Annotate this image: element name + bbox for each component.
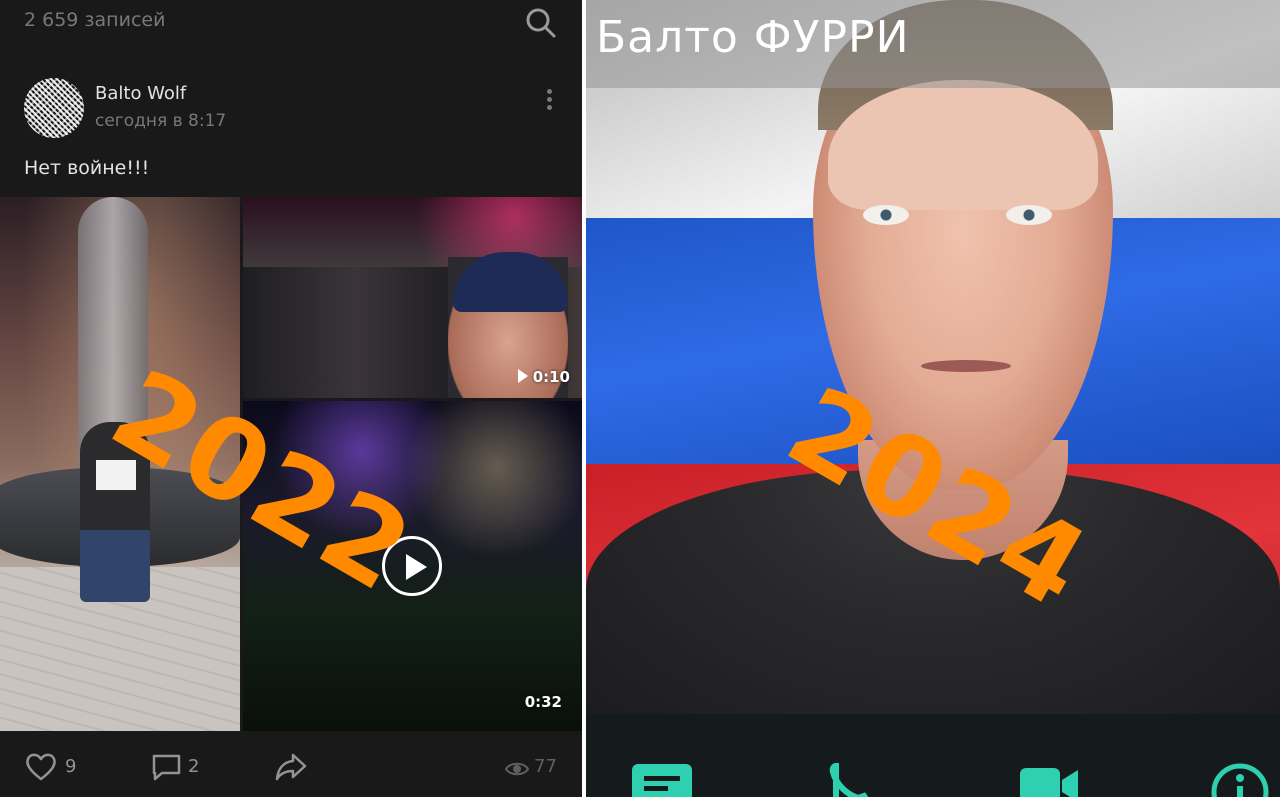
comment-icon — [152, 754, 181, 781]
share-icon — [275, 753, 307, 781]
view-count: 77 — [534, 756, 557, 777]
post-time: сегодня в 8:17 — [95, 111, 227, 131]
post-photo[interactable] — [0, 197, 240, 731]
post-header: Balto Wolf сегодня в 8:17 — [24, 78, 558, 138]
profile-photo-panel: Балто ФУРРИ — [586, 0, 1280, 797]
vk-feed-panel: 2 659 записей Balto Wolf сегодня в 8:17 … — [0, 0, 582, 797]
views-counter: 77 — [504, 756, 564, 782]
contact-action-bar — [586, 714, 1280, 797]
profile-name: Балто ФУРРИ — [596, 12, 910, 63]
comment-button[interactable]: 2 — [150, 750, 210, 784]
share-button[interactable] — [274, 750, 310, 784]
dot-icon — [546, 89, 552, 94]
search-icon — [526, 8, 556, 38]
protest-sign — [96, 460, 136, 490]
post-video-1[interactable]: 0:10 — [243, 197, 582, 398]
video-duration: 0:10 — [517, 368, 570, 386]
right-eye-figure — [1006, 205, 1052, 225]
video-duration: 0:32 — [525, 693, 562, 711]
post-text: Нет войне!!! — [24, 157, 150, 179]
message-icon[interactable] — [630, 762, 694, 797]
post-count: 2 659 записей — [24, 9, 166, 31]
heart-icon — [26, 753, 56, 781]
left-eye-figure — [863, 205, 909, 225]
dot-icon — [546, 105, 552, 110]
person-figure — [80, 422, 150, 602]
feed-header: 2 659 записей — [0, 0, 582, 44]
mouth-figure — [921, 360, 1011, 372]
duration-label: 0:10 — [532, 368, 570, 386]
post-actions: 9 2 77 — [0, 736, 582, 797]
phone-icon[interactable] — [828, 762, 884, 797]
dot-icon — [546, 97, 552, 102]
like-count: 9 — [65, 756, 77, 777]
comment-count: 2 — [188, 756, 200, 777]
search-button[interactable] — [524, 6, 558, 40]
play-icon — [517, 369, 528, 383]
like-button[interactable]: 9 — [24, 750, 84, 784]
author-name[interactable]: Balto Wolf — [95, 83, 186, 104]
eye-icon — [504, 762, 530, 776]
duration-label: 0:32 — [524, 693, 562, 711]
more-options-button[interactable] — [540, 86, 558, 116]
play-button[interactable] — [382, 536, 442, 596]
video-call-icon[interactable] — [1018, 762, 1082, 797]
info-icon[interactable] — [1210, 762, 1270, 797]
post-video-2[interactable]: 0:32 — [243, 401, 582, 731]
avatar[interactable] — [24, 78, 84, 138]
